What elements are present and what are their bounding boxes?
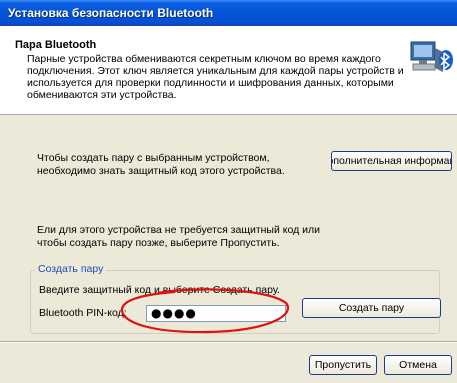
cancel-button[interactable]: Отмена xyxy=(384,355,452,375)
create-pair-group-title: Создать пару xyxy=(35,263,107,275)
pin-label: Bluetooth PIN-код: xyxy=(39,307,127,319)
bluetooth-security-dialog: Установка безопасности Bluetooth Пара Bl… xyxy=(0,0,457,383)
skip-instruction-text: Ели для этого устройства не требуется за… xyxy=(37,224,320,249)
header-title: Пара Bluetooth xyxy=(15,39,97,51)
header-description: Парные устройства обмениваются секретным… xyxy=(27,53,404,101)
title-bar[interactable]: Установка безопасности Bluetooth xyxy=(0,0,457,26)
footer-separator xyxy=(0,341,457,343)
window-title: Установка безопасности Bluetooth xyxy=(8,6,214,20)
skip-button[interactable]: Пропустить xyxy=(309,355,377,375)
header-panel: Пара Bluetooth Парные устройства обменив… xyxy=(0,26,457,115)
create-pair-button[interactable]: Создать пару xyxy=(302,298,441,318)
more-info-button[interactable]: ополнительная информац xyxy=(331,151,452,171)
pin-input[interactable]: ●●●● xyxy=(146,305,286,322)
bluetooth-computer-icon xyxy=(410,41,453,72)
pairing-instruction-text: Чтобы создать пару с выбранным устройств… xyxy=(37,152,285,177)
pin-instruction-text: Введите защитный код и выберите Создать … xyxy=(39,284,280,296)
